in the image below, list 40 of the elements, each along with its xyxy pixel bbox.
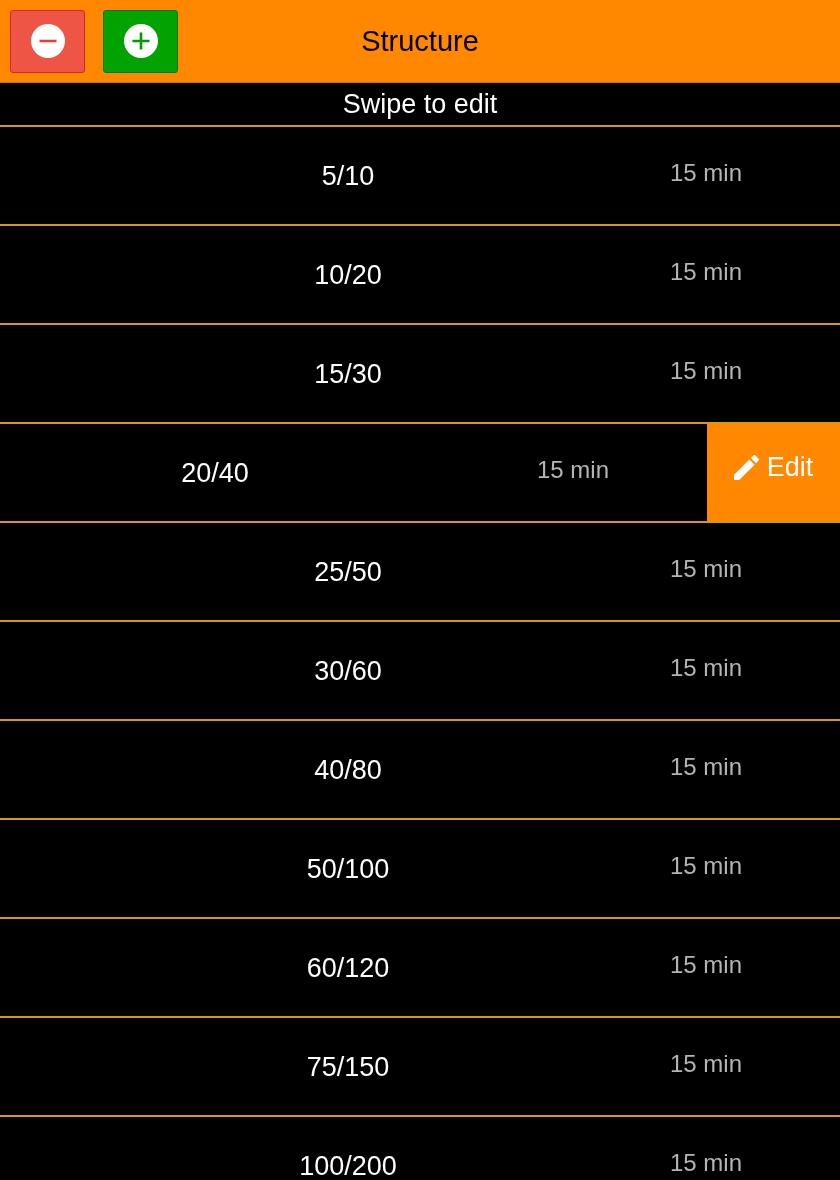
level-duration: 15 min bbox=[668, 1150, 743, 1175]
level-duration: 15 min bbox=[668, 259, 743, 284]
pencil-icon bbox=[733, 455, 759, 480]
list-row[interactable]: 5/10 15 min bbox=[0, 125, 840, 224]
blind-level: 30/60 bbox=[313, 658, 383, 685]
plus-circle-icon bbox=[123, 24, 158, 58]
blind-level: 50/100 bbox=[305, 856, 391, 883]
blind-level: 60/120 bbox=[305, 955, 391, 982]
list-row[interactable]: 15/30 15 min bbox=[0, 323, 840, 422]
blind-level: 5/10 bbox=[320, 163, 376, 190]
blind-level: 20/40 bbox=[180, 460, 250, 487]
add-button[interactable] bbox=[103, 9, 178, 73]
list-row[interactable]: 60/120 15 min bbox=[0, 917, 840, 1016]
level-duration: 15 min bbox=[668, 853, 743, 878]
list-row[interactable]: 30/60 15 min bbox=[0, 620, 840, 719]
level-duration: 15 min bbox=[668, 952, 743, 977]
blind-level: 15/30 bbox=[313, 361, 383, 388]
blind-level: 75/150 bbox=[305, 1054, 391, 1081]
list-row[interactable]: 75/150 15 min bbox=[0, 1016, 840, 1115]
blind-level: 100/200 bbox=[298, 1153, 398, 1180]
screen-title: Structure bbox=[361, 26, 479, 56]
blind-level: 40/80 bbox=[313, 757, 383, 784]
list-row[interactable]: 25/50 15 min bbox=[0, 521, 840, 620]
level-duration: 15 min bbox=[535, 457, 610, 482]
list-row[interactable]: 20/40 15 min Edit bbox=[0, 422, 840, 521]
level-duration: 15 min bbox=[668, 358, 743, 383]
level-duration: 15 min bbox=[668, 556, 743, 581]
level-duration: 15 min bbox=[668, 1051, 743, 1076]
level-duration: 15 min bbox=[668, 754, 743, 779]
list-row[interactable]: 50/100 15 min bbox=[0, 818, 840, 917]
blind-level: 25/50 bbox=[313, 559, 383, 586]
swipe-hint: Swipe to edit bbox=[342, 90, 498, 118]
minus-circle-icon bbox=[30, 24, 65, 58]
level-duration: 15 min bbox=[668, 160, 743, 185]
remove-button[interactable] bbox=[10, 9, 85, 73]
list-row[interactable]: 100/200 15 min bbox=[0, 1115, 840, 1180]
blind-level: 10/20 bbox=[313, 262, 383, 289]
list-row[interactable]: 10/20 15 min bbox=[0, 224, 840, 323]
list-row[interactable]: 40/80 15 min bbox=[0, 719, 840, 818]
level-duration: 15 min bbox=[668, 655, 743, 680]
